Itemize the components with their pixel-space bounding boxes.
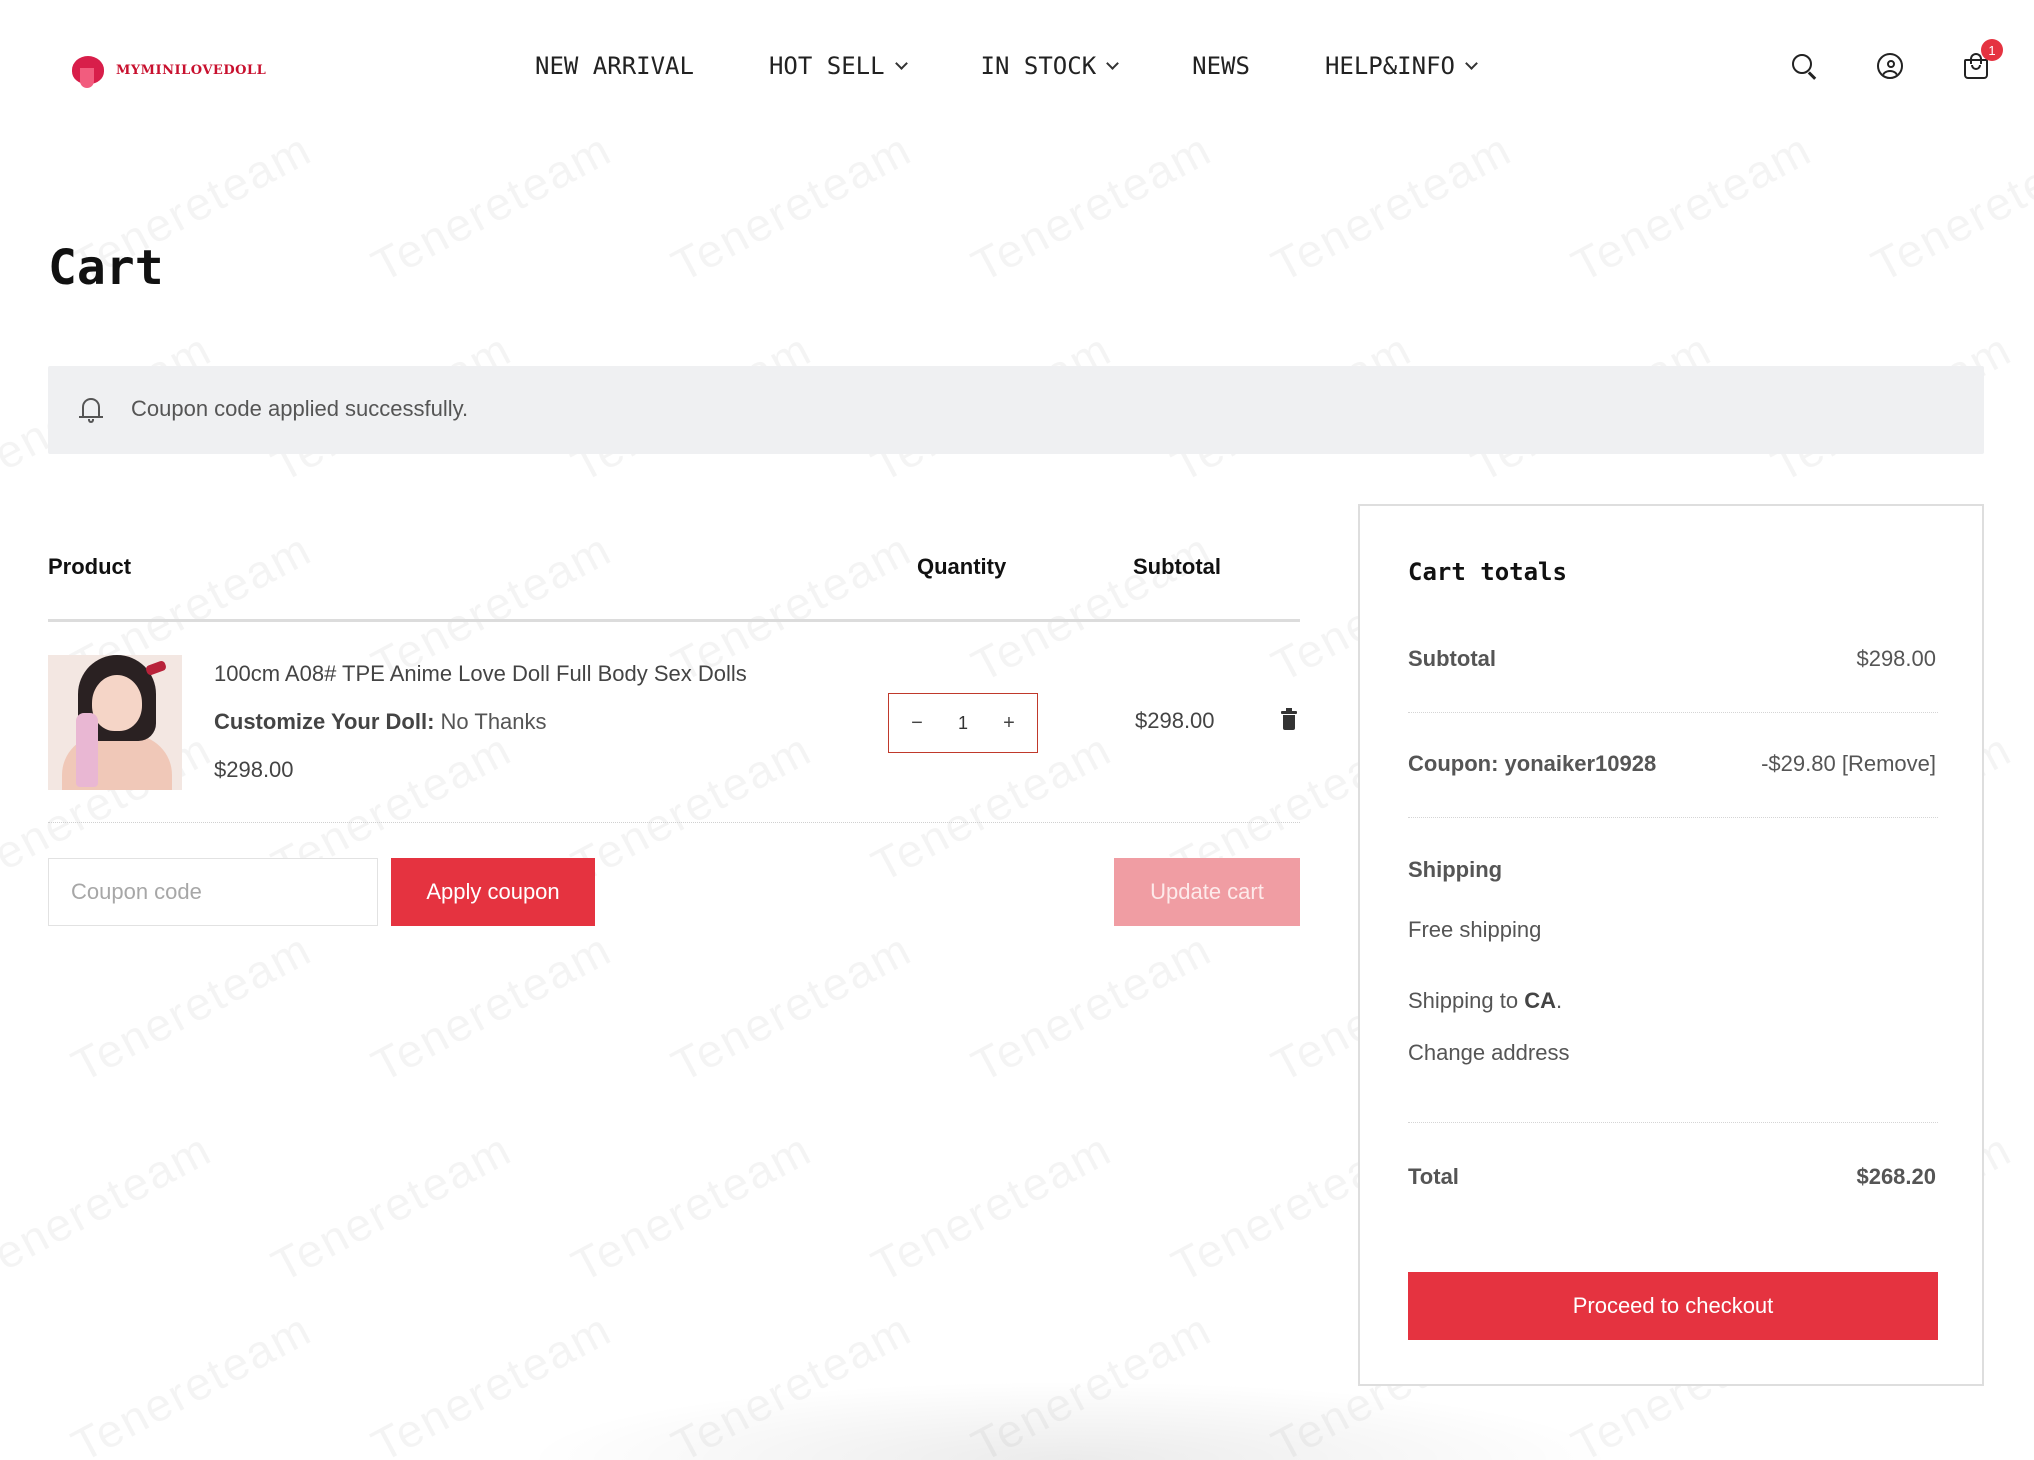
shipping-to-prefix: Shipping to [1408, 988, 1519, 1013]
shipping-destination: Shipping to CA. [1408, 988, 1562, 1014]
cart-bag-icon[interactable]: 1 [1962, 39, 2003, 80]
cart-totals-box: Cart totals Subtotal $298.00 Coupon: yon… [1358, 504, 1984, 1386]
row-divider [48, 822, 1300, 823]
coupon-discount: -$29.80 [Remove] [1761, 751, 1936, 777]
subtotal-label: Subtotal [1408, 646, 1496, 671]
column-header-subtotal: Subtotal [1133, 554, 1221, 579]
product-option: Customize Your Doll: No Thanks [214, 709, 547, 735]
totals-divider [1408, 712, 1938, 713]
nav-item-label: HOT SELL [768, 52, 885, 80]
chevron-down-icon [894, 56, 908, 70]
header-divider [48, 619, 1300, 622]
site-header: MYMINILOVEDOLL NEW ARRIVAL HOT SELL IN S… [0, 0, 2034, 145]
nav-item-label: IN STOCK [980, 52, 1097, 80]
product-thumbnail[interactable] [48, 655, 182, 790]
total-value: $268.20 [1856, 1164, 1936, 1189]
cart-count-badge: 1 [1981, 39, 2003, 61]
header-icons: 1 [1790, 39, 2003, 80]
product-option-value: No Thanks [440, 709, 547, 734]
nav-item-hot-sell[interactable]: HOT SELL [768, 52, 908, 80]
cart-totals-title: Cart totals [1408, 558, 1567, 586]
apply-coupon-button[interactable]: Apply coupon [391, 858, 595, 926]
product-name-link[interactable]: 100cm A08# TPE Anime Love Doll Full Body… [214, 661, 747, 687]
chevron-down-icon [1106, 56, 1120, 70]
nav-item-news[interactable]: NEWS [1192, 52, 1250, 80]
chevron-down-icon [1465, 56, 1478, 70]
lips-logo-icon [70, 48, 106, 92]
shipping-region: CA [1524, 988, 1556, 1013]
nav-item-label: HELP&INFO [1324, 52, 1455, 80]
subtotal-value: $298.00 [1856, 646, 1936, 671]
item-subtotal: $298.00 [1135, 708, 1215, 733]
coupon-discount-value: -$29.80 [1761, 751, 1836, 776]
quantity-decrease-button[interactable]: − [907, 712, 927, 735]
change-address-link[interactable]: Change address [1408, 1040, 1569, 1066]
column-header-quantity: Quantity [917, 554, 1007, 579]
coupon-success-notice: Coupon code applied successfully. [48, 366, 1984, 454]
nav-item-help-info[interactable]: HELP&INFO [1324, 52, 1478, 80]
nav-item-in-stock[interactable]: IN STOCK [980, 52, 1120, 80]
main-nav: NEW ARRIVAL HOT SELL IN STOCK NEWS HELP&… [535, 52, 1551, 80]
totals-divider [1408, 817, 1938, 818]
notice-text: Coupon code applied successfully. [131, 396, 469, 421]
bottom-shadow [520, 1380, 1620, 1460]
shipping-label: Shipping [1408, 857, 1503, 882]
quantity-value[interactable]: 1 [958, 713, 968, 734]
nav-item-label: NEW ARRIVAL [535, 52, 694, 80]
shipping-period: . [1556, 988, 1563, 1013]
nav-item-new-arrival[interactable]: NEW ARRIVAL [535, 52, 694, 80]
column-header-product: Product [48, 554, 132, 579]
site-logo[interactable]: MYMINILOVEDOLL [70, 48, 266, 92]
account-icon[interactable] [1876, 52, 1904, 80]
logo-text: MYMINILOVEDOLL [116, 62, 267, 78]
search-icon[interactable] [1790, 52, 1818, 80]
page-title: Cart [48, 240, 164, 296]
proceed-to-checkout-button[interactable]: Proceed to checkout [1408, 1272, 1938, 1340]
shipping-method: Free shipping [1408, 917, 1542, 942]
bell-icon [79, 396, 103, 424]
quantity-stepper: − 1 + [888, 693, 1038, 753]
cart-item-row: 100cm A08# TPE Anime Love Doll Full Body… [48, 655, 1300, 823]
trash-icon[interactable] [1281, 708, 1297, 731]
product-price: $298.00 [214, 757, 294, 782]
quantity-increase-button[interactable]: + [999, 712, 1019, 735]
update-cart-button[interactable]: Update cart [1114, 858, 1300, 926]
coupon-code-input[interactable] [48, 858, 378, 926]
remove-coupon-link[interactable]: [Remove] [1842, 751, 1936, 776]
total-label: Total [1408, 1164, 1459, 1189]
nav-item-label: NEWS [1192, 52, 1250, 80]
coupon-label: Coupon: yonaiker10928 [1408, 751, 1657, 776]
product-option-label: Customize Your Doll: [214, 709, 435, 734]
totals-divider [1408, 1122, 1938, 1123]
